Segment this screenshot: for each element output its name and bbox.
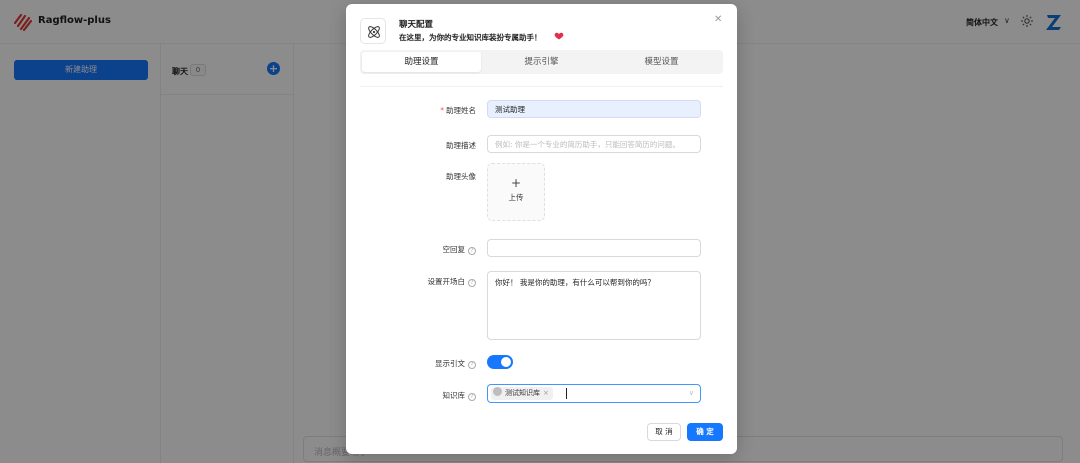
knowledge-base-label: 知识库? xyxy=(366,390,476,401)
upload-label: 上传 xyxy=(508,193,524,202)
assistant-name-input[interactable] xyxy=(487,100,701,118)
assistant-description-input[interactable] xyxy=(487,135,701,153)
help-icon[interactable]: ? xyxy=(468,247,476,255)
atom-icon xyxy=(368,26,380,38)
opener-textarea[interactable]: 你好！ 我是你的助理，有什么可以帮到你的吗？ xyxy=(487,271,701,340)
knowledge-base-select[interactable]: 测试知识库 × ∨ xyxy=(487,384,701,403)
tab-model-settings[interactable]: 模型设置 xyxy=(602,52,721,72)
assistant-avatar-label: 助理头像 xyxy=(446,172,476,181)
required-mark: * xyxy=(440,106,444,115)
kb-avatar-icon xyxy=(493,387,502,396)
help-icon[interactable]: ? xyxy=(468,361,476,369)
plus-icon: + xyxy=(510,176,522,190)
modal-icon-box xyxy=(360,18,386,44)
config-tabs: 助理设置 提示引擎 模型设置 xyxy=(360,50,723,74)
knowledge-base-tag: 测试知识库 × xyxy=(491,387,553,400)
help-icon[interactable]: ? xyxy=(468,279,476,287)
tab-assistant-settings[interactable]: 助理设置 xyxy=(362,52,481,72)
assistant-description-label: 助理描述 xyxy=(446,141,476,150)
avatar-upload-button[interactable]: + 上传 xyxy=(487,163,545,221)
heart-icon xyxy=(554,32,564,40)
empty-reply-input[interactable] xyxy=(487,239,701,257)
tab-prompt-engine[interactable]: 提示引擎 xyxy=(482,52,601,72)
assistant-name-label: * 助理姓名 xyxy=(440,106,476,115)
chevron-down-icon[interactable]: ∨ xyxy=(689,389,694,397)
tag-close-icon[interactable]: × xyxy=(543,389,549,397)
modal-title: 聊天配置 xyxy=(399,20,434,30)
help-icon[interactable]: ? xyxy=(468,393,476,401)
cancel-button[interactable]: 取 消 xyxy=(647,423,681,441)
ok-button[interactable]: 确 定 xyxy=(687,423,723,441)
show-quote-toggle[interactable] xyxy=(487,355,513,369)
divider xyxy=(360,86,723,87)
show-quote-label: 显示引文? xyxy=(366,358,476,369)
empty-reply-label: 空回复? xyxy=(366,244,476,255)
modal-subtitle: 在这里，为你的专业知识库装扮专属助手！ xyxy=(399,33,542,42)
close-icon[interactable]: ✕ xyxy=(714,14,722,25)
toggle-knob xyxy=(501,357,511,367)
text-caret xyxy=(566,388,567,399)
chat-config-modal: 聊天配置 在这里，为你的专业知识库装扮专属助手！ ✕ 助理设置 提示引擎 模型设… xyxy=(346,4,737,454)
opener-label: 设置开场白? xyxy=(366,276,476,287)
